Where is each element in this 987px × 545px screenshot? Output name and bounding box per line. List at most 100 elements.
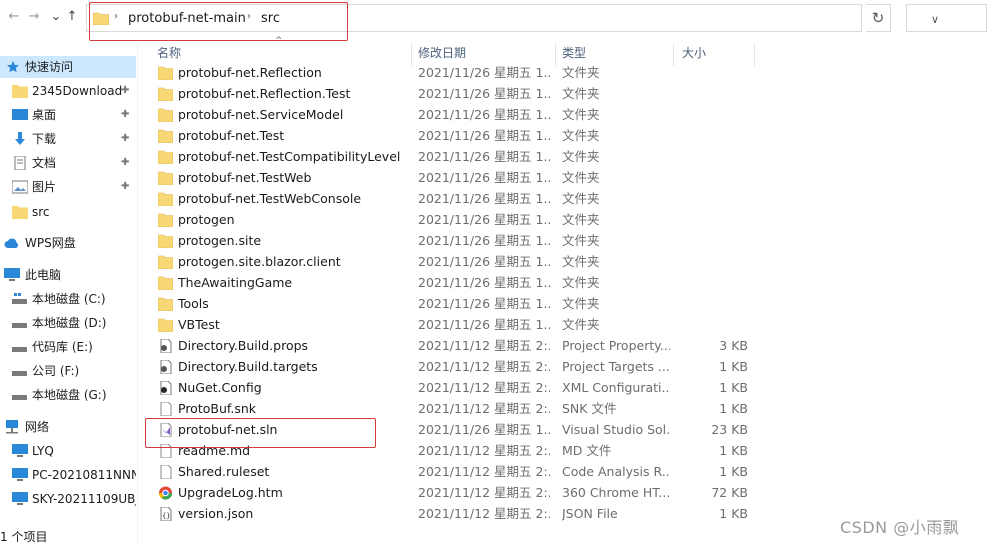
recent-dropdown-icon[interactable]: ⌄ <box>48 9 64 25</box>
file-name: Tools <box>178 296 209 311</box>
file-row[interactable]: protobuf-net.ServiceModel 2021/11/26 星期五 … <box>150 104 760 125</box>
file-row[interactable]: Shared.ruleset 2021/11/12 星期五 2:... Code A… <box>150 461 760 482</box>
sidebar-item-label: src <box>32 205 50 219</box>
file-name: ProtoBuf.snk <box>178 401 257 416</box>
file-row[interactable]: protogen.site 2021/11/26 星期五 1... 文件夹 <box>150 230 760 251</box>
annotation-highlight-file <box>145 418 376 448</box>
sidebar-item-documents[interactable]: 文档 ✚ <box>0 152 136 174</box>
file-date: 2021/11/12 星期五 2:... <box>418 464 550 479</box>
props-file-icon <box>160 360 172 374</box>
sidebar-item-label: 下载 <box>32 132 57 146</box>
file-type: XML Configurati... <box>562 380 670 395</box>
file-type: 文件夹 <box>562 170 600 185</box>
sidebar-item-label: SKY-20211109UBJ <box>32 492 136 506</box>
sidebar-item-downloads[interactable]: 下载 ✚ <box>0 128 136 150</box>
file-date: 2021/11/26 星期五 1... <box>418 275 550 290</box>
document-icon <box>14 156 26 170</box>
pane-divider[interactable] <box>137 44 138 543</box>
file-row[interactable]: protobuf-net.Reflection 2021/11/26 星期五 1.… <box>150 62 760 83</box>
file-row[interactable]: Directory.Build.props 2021/11/12 星期五 2:..… <box>150 335 760 356</box>
sidebar-item-drive-g[interactable]: 本地磁盘 (G:) <box>0 384 136 406</box>
blank-file-icon <box>160 465 172 479</box>
folder-icon <box>158 297 173 311</box>
sidebar-item-wps-cloud[interactable]: WPS网盘 <box>0 232 136 254</box>
sidebar-item-sky-20211109ubj[interactable]: SKY-20211109UBJ <box>0 488 136 510</box>
blank-file-icon <box>160 402 172 416</box>
file-size: 23 KB <box>711 422 748 437</box>
file-row[interactable]: VBTest 2021/11/26 星期五 1... 文件夹 <box>150 314 760 335</box>
file-date: 2021/11/26 星期五 1... <box>418 233 550 248</box>
file-name: protogen.site.blazor.client <box>178 254 341 269</box>
folder-icon <box>158 108 173 122</box>
file-name: VBTest <box>178 317 220 332</box>
file-type: Visual Studio Sol... <box>562 422 670 437</box>
file-type: 文件夹 <box>562 107 600 122</box>
sidebar-item-label: WPS网盘 <box>25 236 76 250</box>
sidebar-item-label: 本地磁盘 (G:) <box>32 388 107 402</box>
file-row[interactable]: protobuf-net.TestCompatibilityLevel 2021/… <box>150 146 760 167</box>
refresh-icon[interactable]: ↻ <box>866 4 891 32</box>
file-row[interactable]: Tools 2021/11/26 星期五 1... 文件夹 <box>150 293 760 314</box>
file-row[interactable]: NuGet.Config 2021/11/12 星期五 2:... XML Conf… <box>150 377 760 398</box>
file-row[interactable]: protobuf-net.Test 2021/11/26 星期五 1... 文件夹 <box>150 125 760 146</box>
file-type: 文件夹 <box>562 128 600 143</box>
sidebar-item-drive-c[interactable]: 本地磁盘 (C:) <box>0 288 136 310</box>
file-row[interactable]: protobuf-net.TestWeb 2021/11/26 星期五 1... 文… <box>150 167 760 188</box>
drive-icon <box>12 323 27 328</box>
monitor-icon <box>12 492 28 505</box>
sidebar-item-drive-f[interactable]: 公司 (F:) <box>0 360 136 382</box>
sidebar-item-label: 本地磁盘 (C:) <box>32 292 106 306</box>
network-icon <box>6 420 18 434</box>
file-name: TheAwaitingGame <box>178 275 293 290</box>
file-size: 1 KB <box>719 380 748 395</box>
address-row: ← → ⌄ ↑ › protobuf-net-main › src ∨ ↻ <box>0 0 987 41</box>
file-date: 2021/11/26 星期五 1... <box>418 317 550 332</box>
sidebar-item-src[interactable]: src <box>0 201 136 223</box>
file-row[interactable]: protogen.site.blazor.client 2021/11/26 星期… <box>150 251 760 272</box>
sidebar-item-pictures[interactable]: 图片 ✚ <box>0 176 136 198</box>
file-type: 文件夹 <box>562 212 600 227</box>
sidebar-item-pc-20210811nnn[interactable]: PC-20210811NNN <box>0 464 136 486</box>
file-date: 2021/11/12 星期五 2:... <box>418 380 550 395</box>
file-name: version.json <box>178 506 254 521</box>
up-arrow-icon[interactable]: ↑ <box>64 9 80 25</box>
file-type: 文件夹 <box>562 86 600 101</box>
file-date: 2021/11/26 星期五 1... <box>418 212 550 227</box>
sidebar-item-lyq[interactable]: LYQ <box>0 440 136 462</box>
file-date: 2021/11/26 星期五 1... <box>418 107 550 122</box>
file-row[interactable]: protobuf-net.Reflection.Test 2021/11/26 星… <box>150 83 760 104</box>
sidebar-item-this-pc[interactable]: 此电脑 <box>0 264 136 286</box>
file-date: 2021/11/12 星期五 2:... <box>418 506 550 521</box>
file-row[interactable]: UpgradeLog.htm 2021/11/12 星期五 2:... 360 Ch… <box>150 482 760 503</box>
back-arrow-icon[interactable]: ← <box>6 9 22 25</box>
sidebar-item-network[interactable]: 网络 <box>0 416 136 438</box>
sidebar-item-label: 图片 <box>32 180 57 194</box>
file-row[interactable]: {} version.json 2021/11/12 星期五 2:... JSON F… <box>150 503 760 524</box>
sidebar-item-drive-d[interactable]: 本地磁盘 (D:) <box>0 312 136 334</box>
file-type: Project Property... <box>562 338 670 353</box>
watermark: CSDN @小雨飘 <box>840 518 960 537</box>
file-name: NuGet.Config <box>178 380 262 395</box>
folder-icon <box>158 87 173 101</box>
file-date: 2021/11/26 星期五 1... <box>418 422 550 437</box>
search-input[interactable] <box>906 4 987 32</box>
forward-arrow-icon[interactable]: → <box>26 9 42 25</box>
folder-icon <box>158 129 173 143</box>
drive-icon <box>12 347 27 352</box>
sidebar-item-label: 快速访问 <box>25 60 74 74</box>
file-row[interactable]: protogen 2021/11/26 星期五 1... 文件夹 <box>150 209 760 230</box>
pin-icon: ✚ <box>121 157 130 168</box>
download-icon <box>15 132 25 145</box>
sidebar-item-2345download[interactable]: 2345Download ✚ <box>0 80 136 102</box>
file-row[interactable]: TheAwaitingGame 2021/11/26 星期五 1... 文件夹 <box>150 272 760 293</box>
file-name: protobuf-net.TestWebConsole <box>178 191 362 206</box>
sidebar-item-drive-e[interactable]: 代码库 (E:) <box>0 336 136 358</box>
sidebar-item-quick-access[interactable]: 快速访问 <box>0 56 136 78</box>
file-row[interactable]: protobuf-net.TestWebConsole 2021/11/26 星期… <box>150 188 760 209</box>
file-row[interactable]: ProtoBuf.snk 2021/11/12 星期五 2:... SNK 文件 1 … <box>150 398 760 419</box>
file-row[interactable]: Directory.Build.targets 2021/11/12 星期五 2:… <box>150 356 760 377</box>
sidebar-item-label: 网络 <box>25 420 50 434</box>
file-date: 2021/11/12 星期五 2:... <box>418 338 550 353</box>
sidebar-item-desktop[interactable]: 桌面 ✚ <box>0 104 136 126</box>
computer-icon <box>4 268 20 281</box>
